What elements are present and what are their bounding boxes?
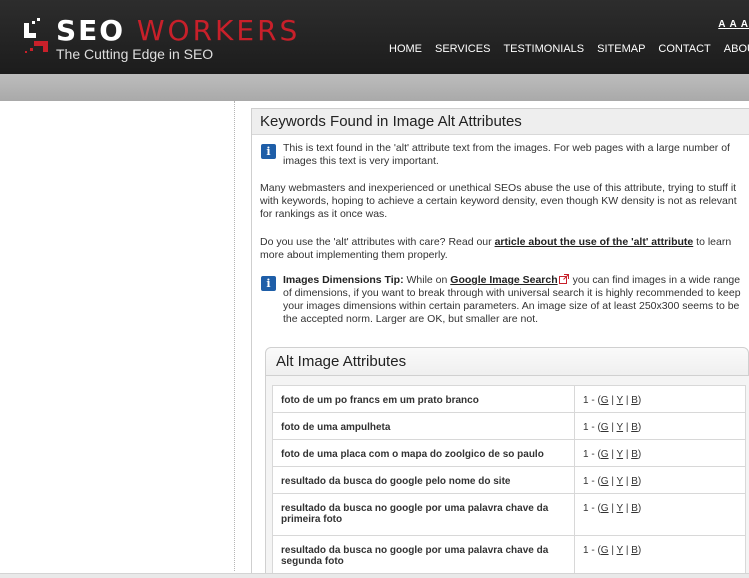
- google-link[interactable]: G: [601, 422, 609, 433]
- count-cell: 1 - (G | Y | B): [574, 439, 746, 467]
- tip-text-pre: While on: [403, 274, 451, 286]
- alt-text-cell: resultado da busca no google por uma pal…: [272, 493, 575, 536]
- external-link-icon[interactable]: [558, 274, 569, 284]
- main-nav: HOME SERVICES TESTIMONIALS SITEMAP CONTA…: [389, 43, 749, 55]
- bing-link[interactable]: B: [631, 395, 638, 406]
- alt-text-cell: resultado da busca do google pelo nome d…: [272, 466, 575, 494]
- nav-about-us[interactable]: ABOUT US: [724, 43, 749, 55]
- bing-link[interactable]: B: [631, 422, 638, 433]
- yahoo-link[interactable]: Y: [617, 395, 624, 406]
- article-paragraph: Do you use the 'alt' attributes with car…: [260, 236, 749, 262]
- logo-icon[interactable]: [22, 17, 52, 53]
- panel-title: Keywords Found in Image Alt Attributes: [252, 109, 749, 135]
- nav-sitemap[interactable]: SITEMAP: [597, 43, 645, 55]
- alt-attributes-table: foto de um po francs em um prato branco …: [272, 385, 746, 578]
- info-icon: i: [261, 144, 276, 159]
- count-cell: 1 - (G | Y | B): [574, 466, 746, 494]
- tip-info-icon: i: [261, 276, 276, 291]
- alt-attributes-title: Alt Image Attributes: [265, 347, 749, 376]
- info-text: This is text found in the 'alt' attribut…: [283, 142, 730, 167]
- bing-link[interactable]: B: [631, 503, 638, 514]
- header-band: [0, 74, 749, 101]
- yahoo-link[interactable]: Y: [617, 545, 624, 556]
- table-row: resultado da busca no google por uma pal…: [272, 493, 746, 536]
- abuse-paragraph: Many webmasters and inexperienced or une…: [260, 182, 737, 220]
- site-header: SEO WORKERS The Cutting Edge in SEO A A …: [0, 0, 749, 74]
- table-row: foto de uma placa com o mapa do zoolgico…: [272, 439, 746, 467]
- count-cell: 1 - (G | Y | B): [574, 535, 746, 578]
- alt-text-cell: foto de uma placa com o mapa do zoolgico…: [272, 439, 575, 467]
- google-link[interactable]: G: [601, 395, 609, 406]
- article-link[interactable]: article about the use of the 'alt' attri…: [495, 236, 694, 248]
- article-text-pre: Do you use the 'alt' attributes with car…: [260, 236, 495, 248]
- count-cell: 1 - (G | Y | B): [574, 493, 746, 536]
- yahoo-link[interactable]: Y: [617, 449, 624, 460]
- table-row: resultado da busca do google pelo nome d…: [272, 466, 746, 494]
- count-cell: 1 - (G | Y | B): [574, 385, 746, 413]
- google-link[interactable]: G: [601, 476, 609, 487]
- bing-link[interactable]: B: [631, 476, 638, 487]
- count-cell: 1 - (G | Y | B): [574, 412, 746, 440]
- alt-text-cell: foto de uma ampulheta: [272, 412, 575, 440]
- google-image-search-link[interactable]: Google Image Search: [450, 274, 557, 286]
- nav-services[interactable]: SERVICES: [435, 43, 490, 55]
- yahoo-link[interactable]: Y: [617, 476, 624, 487]
- tip-label: Images Dimensions Tip:: [283, 274, 404, 286]
- tagline: The Cutting Edge in SEO: [56, 46, 214, 62]
- nav-contact[interactable]: CONTACT: [658, 43, 710, 55]
- column-divider: [234, 101, 235, 571]
- bottom-bar: [0, 573, 749, 578]
- google-link[interactable]: G: [601, 503, 609, 514]
- bing-link[interactable]: B: [631, 545, 638, 556]
- table-row: foto de uma ampulheta 1 - (G | Y | B): [272, 412, 746, 440]
- table-row: foto de um po francs em um prato branco …: [272, 385, 746, 413]
- alt-text-cell: foto de um po francs em um prato branco: [272, 385, 575, 413]
- google-link[interactable]: G: [601, 545, 609, 556]
- yahoo-link[interactable]: Y: [617, 422, 624, 433]
- bing-link[interactable]: B: [631, 449, 638, 460]
- nav-testimonials[interactable]: TESTIMONIALS: [503, 43, 584, 55]
- logo-workers-text: WORKERS: [136, 14, 301, 47]
- logo-seo-text: SEO: [56, 14, 126, 47]
- table-row: resultado da busca no google por uma pal…: [272, 535, 746, 578]
- logo-text[interactable]: SEO WORKERS: [56, 16, 300, 46]
- nav-home[interactable]: HOME: [389, 43, 422, 55]
- yahoo-link[interactable]: Y: [617, 503, 624, 514]
- tip-paragraph: Images Dimensions Tip: While on Google I…: [283, 274, 749, 326]
- alt-text-cell: resultado da busca no google por uma pal…: [272, 535, 575, 578]
- google-link[interactable]: G: [601, 449, 609, 460]
- text-size-controls[interactable]: A A A: [709, 19, 749, 30]
